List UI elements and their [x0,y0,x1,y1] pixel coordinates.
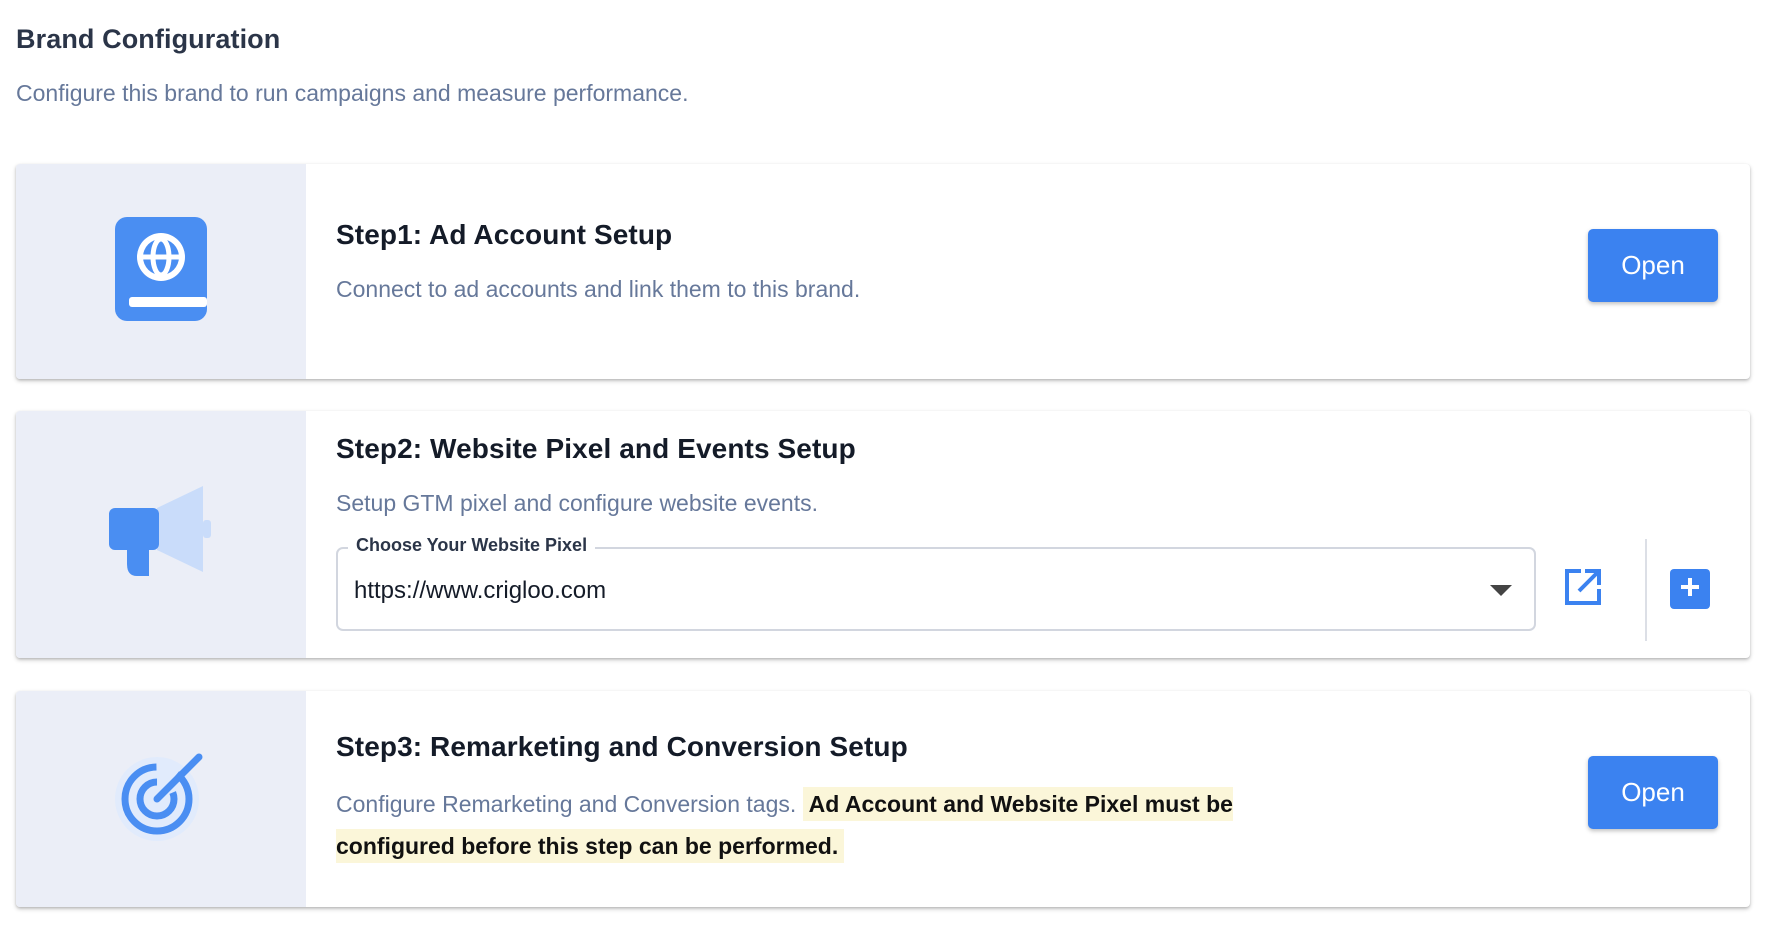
step1-open-button[interactable]: Open [1588,229,1718,302]
brand-configuration-page: Brand Configuration Configure this brand… [0,0,1766,934]
step3-open-button[interactable]: Open [1588,756,1718,829]
website-pixel-select-value: https://www.crigloo.com [354,577,607,604]
open-in-new-icon [1563,567,1603,612]
plus-box-icon [1678,575,1702,604]
website-pixel-select-label: Choose Your Website Pixel [348,535,596,556]
step3-body: Step3: Remarketing and Conversion Setup … [306,691,1750,907]
book-globe-icon [115,217,207,326]
step2-description: Setup GTM pixel and configure website ev… [336,490,818,516]
edit-pixel-button[interactable] [1559,565,1607,613]
page-subtitle: Configure this brand to run campaigns an… [16,80,689,106]
page-title: Brand Configuration [16,24,281,54]
step3-icon-panel [16,691,306,907]
action-divider [1645,539,1647,641]
step1-description: Connect to ad accounts and link them to … [336,276,861,302]
step3-title: Step3: Remarketing and Conversion Setup [336,731,908,762]
step1-body: Step1: Ad Account Setup Connect to ad ac… [306,164,1750,379]
add-pixel-button[interactable] [1670,569,1710,609]
megaphone-icon [109,484,213,585]
chevron-down-icon[interactable] [1490,585,1512,596]
website-pixel-select[interactable]: Choose Your Website Pixel https://www.cr… [336,535,1536,631]
step2-card: Step2: Website Pixel and Events Setup Se… [16,411,1750,658]
step1-title: Step1: Ad Account Setup [336,219,673,250]
target-icon [113,749,209,850]
step2-title: Step2: Website Pixel and Events Setup [336,433,856,464]
step3-card: Step3: Remarketing and Conversion Setup … [16,691,1750,907]
step1-card: Step1: Ad Account Setup Connect to ad ac… [16,164,1750,379]
step2-body: Step2: Website Pixel and Events Setup Se… [306,411,1750,658]
step3-description-text: Configure Remarketing and Conversion tag… [336,791,797,817]
step2-icon-panel [16,411,306,658]
step1-icon-panel [16,164,306,379]
step3-description: Configure Remarketing and Conversion tag… [336,783,1296,867]
